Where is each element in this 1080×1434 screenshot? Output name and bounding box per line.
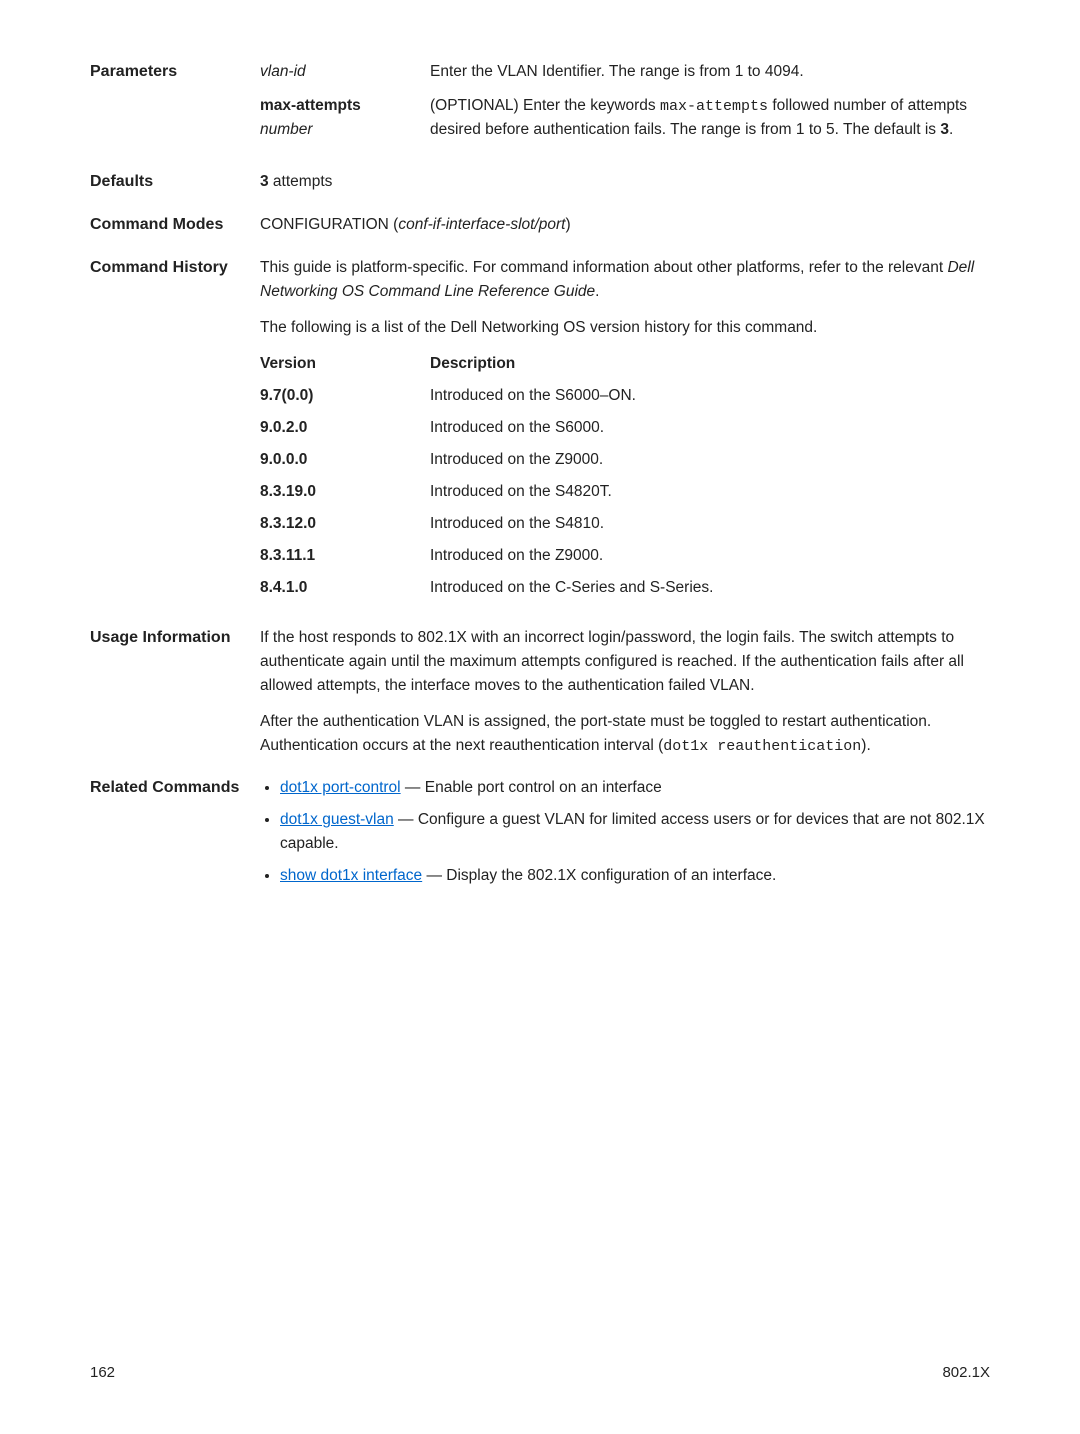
version-v: 8.3.11.1 [260,544,430,568]
ch-para2: The following is a list of the Dell Netw… [260,316,990,340]
related-rest: — Display the 802.1X configuration of an… [422,867,776,884]
related-section: Related Commands dot1x port-control — En… [90,776,990,896]
param-name-italic2: number [260,121,313,138]
command-modes-section: Command Modes CONFIGURATION (conf-if-int… [90,213,990,238]
usage-para1: If the host responds to 802.1X with an i… [260,626,990,698]
page-number: 162 [90,1361,115,1384]
related-rest: — Enable port control on an interface [401,779,662,796]
version-row: 9.0.2.0 Introduced on the S6000. [260,416,990,440]
param-name-bold: max-attempts [260,97,361,114]
usage-section: Usage Information If the host responds t… [90,626,990,758]
page-footer: 162 802.1X [90,1361,990,1384]
defaults-label: Defaults [90,170,260,195]
version-d: Introduced on the S6000–ON. [430,384,990,408]
param-row-maxattempts: max-attempts number (OPTIONAL) Enter the… [260,94,990,142]
command-history-label: Command History [90,256,260,608]
version-header-v: Version [260,352,430,376]
version-row: 8.4.1.0 Introduced on the C-Series and S… [260,576,990,600]
ch-para1: This guide is platform-specific. For com… [260,256,990,304]
parameters-content: vlan-id Enter the VLAN Identifier. The r… [260,60,990,152]
related-list: dot1x port-control — Enable port control… [260,776,990,888]
version-v: 9.0.2.0 [260,416,430,440]
param-name-maxattempts: max-attempts number [260,94,430,142]
command-history-section: Command History This guide is platform-s… [90,256,990,608]
version-row: 9.7(0.0) Introduced on the S6000–ON. [260,384,990,408]
version-v: 8.4.1.0 [260,576,430,600]
related-link[interactable]: show dot1x interface [280,867,422,884]
command-modes-label: Command Modes [90,213,260,238]
cm-prefix: CONFIGURATION ( [260,216,398,233]
version-v: 8.3.12.0 [260,512,430,536]
param-desc-maxattempts: (OPTIONAL) Enter the keywords max-attemp… [430,94,990,142]
version-header-d: Description [430,352,990,376]
parameters-section: Parameters vlan-id Enter the VLAN Identi… [90,60,990,152]
parameters-label: Parameters [90,60,260,152]
usage-para2: After the authentication VLAN is assigne… [260,710,990,758]
related-content: dot1x port-control — Enable port control… [260,776,990,896]
defaults-section: Defaults 3 attempts [90,170,990,195]
desc-code: max-attempts [660,98,768,115]
cm-italic: conf-if-interface-slot/port [398,216,565,233]
related-item: show dot1x interface — Display the 802.1… [280,864,990,888]
version-d: Introduced on the C-Series and S-Series. [430,576,990,600]
ch-para1-b: . [595,283,599,300]
param-row-vlan: vlan-id Enter the VLAN Identifier. The r… [260,60,990,84]
version-d: Introduced on the S4820T. [430,480,990,504]
version-header: Version Description [260,352,990,376]
desc-bold: 3 [940,121,949,138]
related-item: dot1x port-control — Enable port control… [280,776,990,800]
version-d: Introduced on the S6000. [430,416,990,440]
version-v: 8.3.19.0 [260,480,430,504]
related-label: Related Commands [90,776,260,896]
version-table: Version Description 9.7(0.0) Introduced … [260,352,990,600]
ch-para1-a: This guide is platform-specific. For com… [260,259,947,276]
defaults-content: 3 attempts [260,170,990,195]
command-modes-content: CONFIGURATION (conf-if-interface-slot/po… [260,213,990,238]
usage-para2-b: ). [861,737,870,754]
desc-prefix: (OPTIONAL) Enter the keywords [430,97,660,114]
command-history-content: This guide is platform-specific. For com… [260,256,990,608]
defaults-rest: attempts [269,173,333,190]
version-row: 8.3.11.1 Introduced on the Z9000. [260,544,990,568]
version-row: 8.3.19.0 Introduced on the S4820T. [260,480,990,504]
related-link[interactable]: dot1x port-control [280,779,401,796]
usage-label: Usage Information [90,626,260,758]
param-name-vlan: vlan-id [260,60,430,84]
related-link[interactable]: dot1x guest-vlan [280,811,394,828]
version-v: 9.7(0.0) [260,384,430,408]
param-desc-vlan: Enter the VLAN Identifier. The range is … [430,60,990,84]
related-item: dot1x guest-vlan — Configure a guest VLA… [280,808,990,856]
version-d: Introduced on the Z9000. [430,544,990,568]
desc-suffix: . [949,121,953,138]
usage-para2-code: dot1x reauthentication [663,738,861,755]
usage-content: If the host responds to 802.1X with an i… [260,626,990,758]
cm-suffix: ) [565,216,570,233]
section-name: 802.1X [942,1361,990,1384]
version-v: 9.0.0.0 [260,448,430,472]
version-row: 8.3.12.0 Introduced on the S4810. [260,512,990,536]
version-d: Introduced on the Z9000. [430,448,990,472]
version-row: 9.0.0.0 Introduced on the Z9000. [260,448,990,472]
defaults-bold: 3 [260,173,269,190]
version-d: Introduced on the S4810. [430,512,990,536]
